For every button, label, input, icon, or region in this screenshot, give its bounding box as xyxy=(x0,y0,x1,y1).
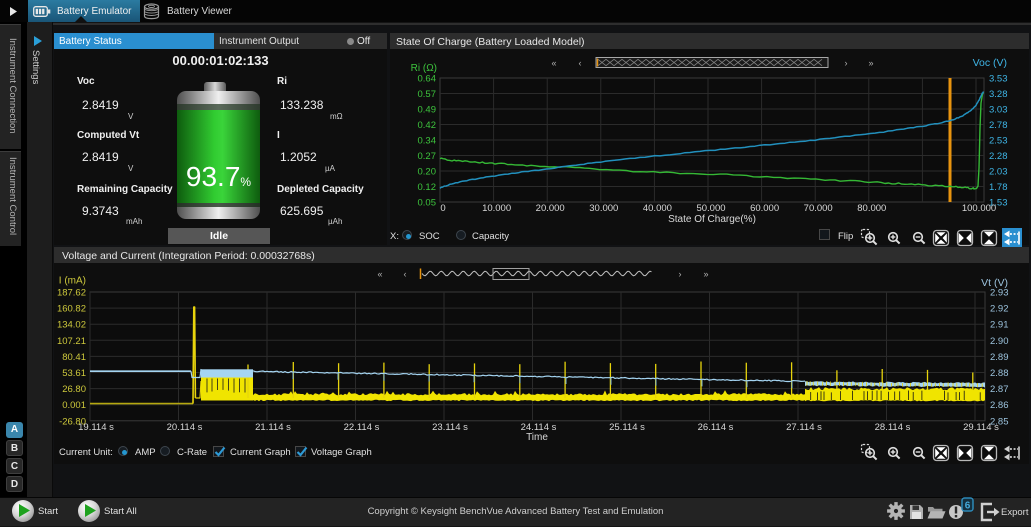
svg-text:»: » xyxy=(703,269,708,279)
svg-text:80.41: 80.41 xyxy=(62,352,86,363)
svg-text:«: « xyxy=(377,269,382,279)
svg-text:Time: Time xyxy=(526,432,548,443)
svg-text:I (mA): I (mA) xyxy=(59,276,86,287)
svg-text:‹: ‹ xyxy=(404,269,407,279)
svg-text:28.114 s: 28.114 s xyxy=(875,422,911,433)
svg-text:2.92: 2.92 xyxy=(990,304,1009,315)
svg-text:107.21: 107.21 xyxy=(57,336,86,347)
svg-text:27.114 s: 27.114 s xyxy=(786,422,822,433)
svg-text:2.93: 2.93 xyxy=(990,288,1009,299)
svg-text:20.114 s: 20.114 s xyxy=(167,422,203,433)
svg-text:2.87: 2.87 xyxy=(990,384,1009,395)
svg-text:›: › xyxy=(679,269,682,279)
svg-text:2.86: 2.86 xyxy=(990,400,1009,411)
svg-text:2.89: 2.89 xyxy=(990,352,1009,363)
svg-text:29.114 s: 29.114 s xyxy=(963,422,999,433)
svg-text:53.61: 53.61 xyxy=(62,368,86,379)
svg-text:2.91: 2.91 xyxy=(990,320,1009,331)
svg-text:134.02: 134.02 xyxy=(57,320,86,331)
svg-text:Vt (V): Vt (V) xyxy=(981,277,1008,289)
svg-text:22.114 s: 22.114 s xyxy=(344,422,380,433)
svg-text:0.001: 0.001 xyxy=(62,400,86,411)
svg-text:187.62: 187.62 xyxy=(57,288,86,299)
svg-text:25.114 s: 25.114 s xyxy=(609,422,645,433)
svg-text:160.82: 160.82 xyxy=(57,304,86,315)
svg-text:19.114 s: 19.114 s xyxy=(78,422,114,433)
svg-text:23.114 s: 23.114 s xyxy=(432,422,468,433)
svg-text:26.80: 26.80 xyxy=(62,384,86,395)
svg-text:2.90: 2.90 xyxy=(990,336,1009,347)
svg-text:21.114 s: 21.114 s xyxy=(255,422,291,433)
svg-text:2.88: 2.88 xyxy=(990,368,1009,379)
svg-text:6: 6 xyxy=(965,501,971,512)
svg-text:26.114 s: 26.114 s xyxy=(698,422,734,433)
